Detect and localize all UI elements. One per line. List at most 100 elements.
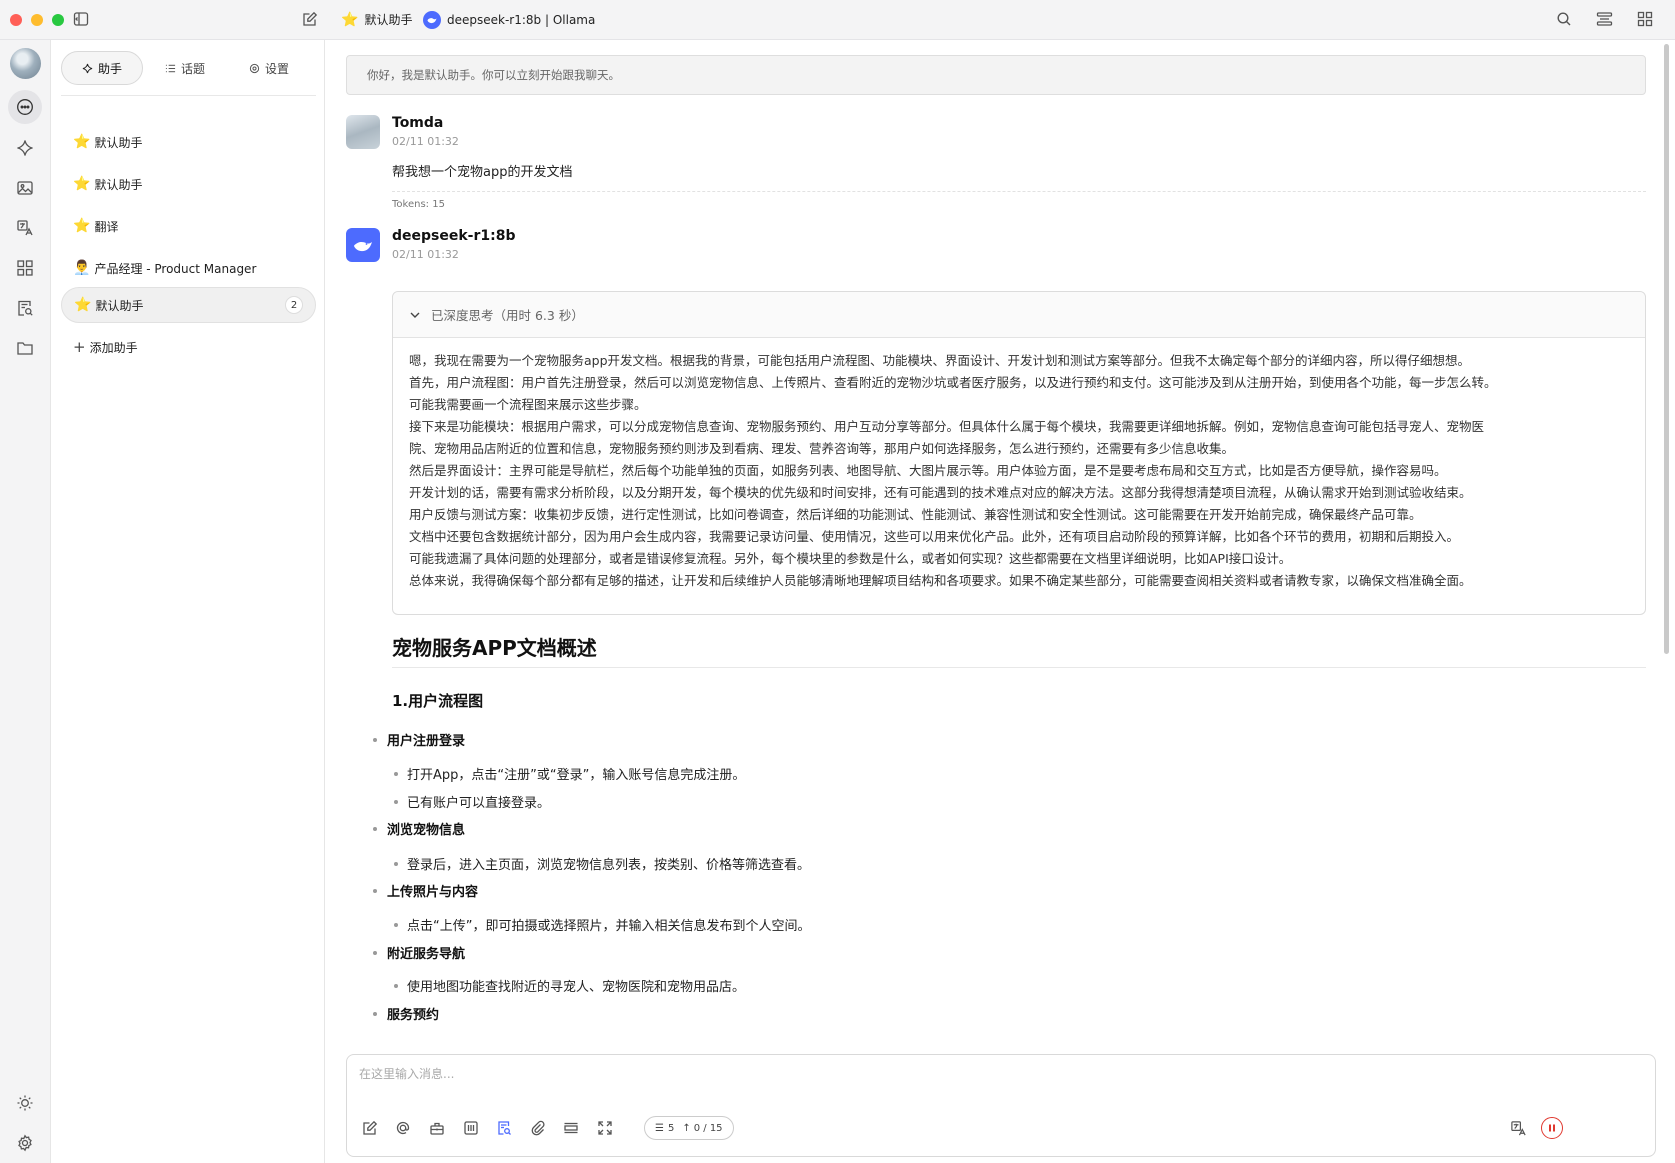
add-assistant-label: 添加助手 [89,340,138,355]
list-icon: ☰ [655,1122,664,1134]
sparkle-icon[interactable] [14,137,36,159]
manager-icon: 👨‍💼 [73,260,91,276]
expand-icon[interactable] [596,1119,614,1137]
bullet [373,738,377,742]
plus-icon: + [73,338,86,356]
answer-subheading: 1.用户流程图 [392,692,484,710]
tab-label: 助手 [97,61,122,76]
mcp-icon[interactable] [462,1119,480,1137]
knowledge-base-icon[interactable] [495,1119,513,1137]
assistant-item[interactable]: ⭐ 翻译 [61,208,316,244]
assistant-item[interactable]: ⭐ 默认助手 [61,124,316,160]
assistant-name: 默认助手 [364,13,413,27]
list-icon [165,64,176,72]
chat-area: 你好，我是默认助手。你可以立刻开始跟我聊天。 Tomda 02/11 01:32… [325,40,1675,1163]
bullet [373,951,377,955]
thinking-line: 院、宠物用品店附近的位置和信息，宠物服务预约则涉及到看病、理发、营养咨询等，那用… [409,441,1235,456]
knowledge-search-icon[interactable] [14,297,36,319]
clear-context-icon[interactable] [562,1119,580,1137]
context-count-value: 5 [667,1122,675,1134]
bullet [373,889,377,893]
message-input[interactable] [359,1065,1639,1105]
tab-settings[interactable]: 设置 [227,51,311,85]
translate-icon[interactable] [1509,1119,1527,1137]
thinking-line: 开发计划的话，需要有需求分析阶段，以及分期开发，每个模块的优先级和时间安排，还有… [409,485,1472,500]
list-item-title: 浏览宠物信息 [387,823,466,838]
thinking-line: 嗯，我现在需要为一个宠物服务app开发文档。根据我的背景，可能包括用户流程图、功… [409,353,1471,368]
star-icon: ⭐ [74,297,92,313]
list-item-text: 已有账户可以直接登录。 [407,796,551,811]
apps-grid-icon[interactable] [14,257,36,279]
thinking-line: 首先，用户流程图：用户首先注册登录，然后可以浏览宠物信息、上传照片、查看附近的宠… [409,375,1497,390]
tab-label: 设置 [264,61,289,76]
maximize-window-button[interactable] [52,13,64,26]
user-message-text: 帮我想一个宠物app的开发文档 [392,165,573,180]
answer-heading: 宠物服务APP文档概述 [392,636,597,660]
assistant-item[interactable]: ⭐ 默认助手 [61,166,316,202]
search-icon[interactable] [1556,11,1574,29]
assistant-label: 翻译 [94,219,119,234]
bullet [394,800,398,804]
tab-topics[interactable]: 话题 [143,51,227,85]
thinking-line: 接下来是功能模块：根据用户需求，可以分成宠物信息查询、宠物服务预约、用户互动分享… [409,419,1485,434]
new-chat-icon[interactable] [302,11,320,29]
thinking-line: 然后是界面设计：主界可能是导航栏，然后每个功能单独的页面，如服务列表、地图导航、… [409,463,1447,478]
apps-grid-icon[interactable] [1637,11,1655,29]
user-name: Tomda [392,115,444,131]
thinking-content: 嗯，我现在需要为一个宠物服务app开发文档。根据我的背景，可能包括用户流程图、功… [393,338,1645,592]
attachment-icon[interactable] [529,1119,547,1137]
topic-count-badge: 2 [285,296,303,314]
model-message-time: 02/11 01:32 [392,248,459,261]
assistant-label: 默认助手 [95,298,144,313]
thinking-title: 已深度思考（用时 6.3 秒） [431,308,584,323]
bullet [373,1012,377,1016]
layout-toggle-icon[interactable] [1596,11,1614,29]
tab-assistants[interactable]: 助手 [61,51,143,85]
thinking-line: 可能我遗漏了具体问题的处理部分，或者是错误修复流程。另外，每个模块里的参数是什么… [409,551,1292,566]
whale-logo-icon [423,11,441,29]
user-message-avatar [346,115,380,149]
user-avatar[interactable] [10,48,41,79]
bullet [394,862,398,866]
window-controls [10,13,64,26]
new-topic-icon[interactable] [361,1119,379,1137]
bullet [394,772,398,776]
divider [392,191,1646,192]
mention-model-icon[interactable] [394,1119,412,1137]
model-selector[interactable]: deepseek-r1:8b | Ollama [423,11,595,29]
welcome-notice: 你好，我是默认助手。你可以立刻开始跟我聊天。 [346,55,1646,95]
current-assistant[interactable]: ⭐ 默认助手 [341,11,412,28]
add-assistant-button[interactable]: + 添加助手 [61,329,316,365]
context-count: ☰ 5 [655,1123,674,1134]
context-token-counter[interactable]: ☰ 5 ↑ 0 / 15 [644,1116,734,1140]
assistant-label: 产品经理 - Product Manager [94,261,257,276]
thinking-line: 用户反馈与测试方案：收集初步反馈，进行定性测试，比如问卷调查，然后详细的功能测试… [409,507,1422,522]
nav-rail [0,40,50,1163]
folder-icon[interactable] [14,337,36,359]
list-item-title: 用户注册登录 [387,734,466,749]
list-item-text: 点击“上传”，即可拍摄或选择照片，并输入相关信息发布到个人空间。 [407,919,811,934]
assistant-item-selected[interactable]: ⭐ 默认助手 2 [61,287,316,323]
toolbox-icon[interactable] [428,1119,446,1137]
chat-bubble-icon[interactable] [14,96,36,118]
tab-label: 话题 [180,61,205,76]
theme-sun-icon[interactable] [14,1092,36,1114]
arrow-up-icon: ↑ [682,1122,691,1134]
assistant-item[interactable]: 👨‍💼 产品经理 - Product Manager [61,250,316,286]
thinking-toggle[interactable]: 已深度思考（用时 6.3 秒） [393,292,1645,338]
model-label: deepseek-r1:8b | Ollama [447,13,596,27]
translate-icon[interactable] [14,217,36,239]
settings-gear-icon[interactable] [14,1132,36,1154]
user-message-time: 02/11 01:32 [392,135,459,148]
stop-generation-button[interactable] [1541,1117,1563,1139]
title-bar: ⭐ 默认助手 deepseek-r1:8b | Ollama [0,0,1675,40]
close-window-button[interactable] [10,13,22,26]
token-usage: Tokens: 15 [392,199,445,210]
message-composer: ☰ 5 ↑ 0 / 15 [346,1054,1656,1157]
sidebar-tabs: 助手 话题 设置 [61,51,316,85]
minimize-window-button[interactable] [31,13,43,26]
toggle-sidebar-icon[interactable] [73,11,91,29]
scrollbar[interactable] [1664,44,1669,654]
image-icon[interactable] [14,177,36,199]
list-item-title: 服务预约 [387,1008,440,1023]
